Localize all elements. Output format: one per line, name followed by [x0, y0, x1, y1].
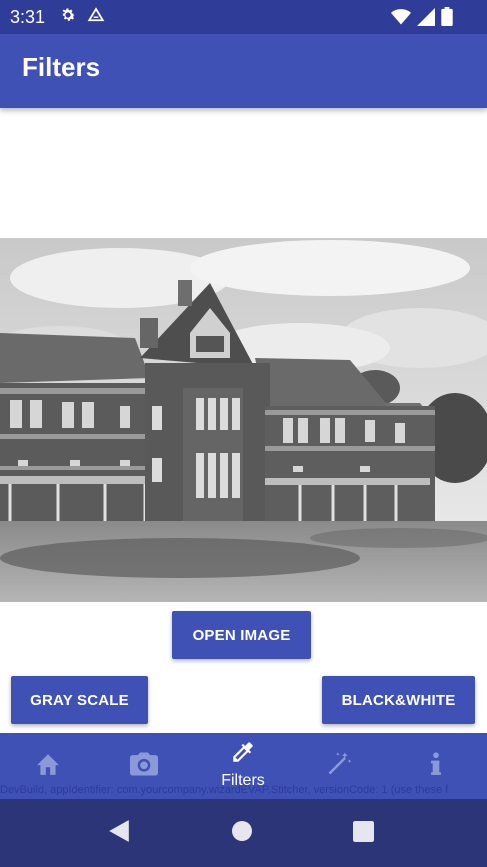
camera-icon: [128, 750, 160, 783]
battery-icon: [441, 7, 453, 31]
system-navigation-bar: [0, 799, 487, 867]
app-bar: Filters: [0, 34, 487, 108]
page-title: Filters: [22, 52, 101, 82]
status-bar: 3:31: [0, 0, 487, 34]
home-circle-icon[interactable]: [231, 820, 253, 847]
eyedropper-icon: [230, 739, 256, 770]
black-white-button[interactable]: BLACK&WHITE: [322, 676, 475, 724]
open-image-button[interactable]: OPEN IMAGE: [172, 611, 311, 659]
gray-scale-button[interactable]: GRAY SCALE: [11, 676, 148, 724]
magic-wand-icon: [325, 750, 353, 783]
back-icon[interactable]: [108, 819, 130, 848]
info-icon: [429, 751, 443, 781]
debug-watermark: DevBuild, appIdentifier: com.yourcompany…: [0, 784, 449, 796]
signal-icon: [417, 7, 435, 31]
filtered-image: [0, 238, 487, 602]
recents-icon[interactable]: [353, 821, 374, 847]
gear-icon: [59, 6, 77, 29]
status-time: 3:31: [10, 6, 46, 27]
drive-icon: [87, 6, 105, 29]
wifi-icon: [391, 8, 411, 31]
home-icon: [35, 752, 61, 781]
